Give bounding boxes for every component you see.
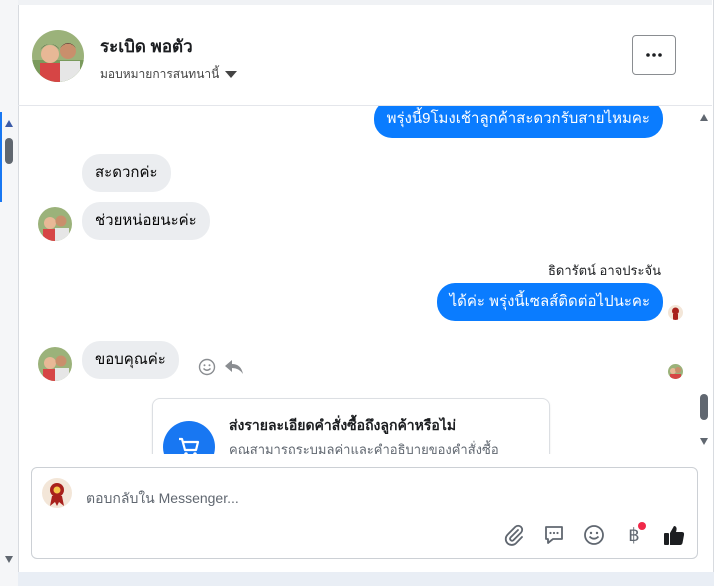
thread-scrollbar[interactable] — [698, 106, 710, 454]
more-options-button[interactable] — [632, 35, 676, 75]
card-description: คุณสามารถระบุมูลค่าและคำอธิบายของคำสั่งซ… — [229, 442, 499, 454]
thumbs-up-icon[interactable] — [661, 522, 687, 548]
baht-icon[interactable]: ฿ — [621, 522, 647, 548]
scroll-down-arrow[interactable] — [5, 556, 13, 563]
reply-input[interactable]: ตอบกลับใน Messenger... — [86, 488, 239, 510]
card-title: ส่งรายละเอียดคำสั่งซื้อถึงลูกค้าหรือไม่ — [229, 417, 457, 433]
left-scrollbar[interactable] — [0, 0, 18, 586]
contact-avatar-small — [38, 207, 72, 241]
sender-name: ธิดารัตน์ อาจประจัน — [547, 263, 661, 278]
conversation-header: ระเบิด พอตัว มอบหมายการสนทนานี้ — [18, 5, 712, 106]
notification-dot — [638, 522, 646, 530]
scroll-up-arrow[interactable] — [5, 120, 13, 127]
speech-bubble-icon[interactable] — [541, 522, 567, 548]
message-outgoing[interactable]: ได้ค่ะ พรุ่งนี้เซลส์ติดต่อไปนะคะ — [436, 283, 663, 321]
scroll-thumb[interactable] — [700, 394, 708, 420]
reply-arrow-icon[interactable] — [224, 358, 244, 381]
assign-conversation-dropdown[interactable]: มอบหมายการสนทนานี้ — [100, 65, 238, 84]
contact-name[interactable]: ระเบิด พอตัว — [100, 33, 193, 60]
contact-avatar-small — [38, 347, 72, 381]
message-outgoing[interactable]: พรุ่งนี้9โมงเช้าลูกค้าสะดวกรับสายไหมคะ — [373, 106, 663, 138]
message-incoming[interactable]: ช่วยหน่อยนะค่ะ — [82, 202, 210, 240]
message-incoming[interactable]: ขอบคุณค่ะ — [82, 341, 179, 379]
active-indicator — [0, 112, 2, 202]
page-avatar — [42, 478, 72, 508]
scroll-down-arrow[interactable] — [700, 438, 708, 445]
contact-avatar[interactable] — [32, 30, 84, 82]
react-emoji-icon[interactable] — [198, 358, 216, 381]
scroll-thumb[interactable] — [5, 138, 13, 164]
emoji-icon[interactable] — [581, 522, 607, 548]
composer-toolbar: ฿ — [501, 522, 687, 548]
order-details-card[interactable]: ส่งรายละเอียดคำสั่งซื้อถึงลูกค้าหรือไม่ … — [152, 398, 550, 454]
shopping-cart-icon — [163, 421, 215, 454]
seen-avatar — [668, 305, 683, 320]
paperclip-icon[interactable] — [501, 522, 527, 548]
caret-down-icon — [225, 71, 238, 78]
seen-avatar — [668, 364, 683, 379]
scroll-up-arrow[interactable] — [700, 114, 708, 121]
ellipsis-icon — [646, 53, 662, 57]
message-thread[interactable]: พรุ่งนี้9โมงเช้าลูกค้าสะดวกรับสายไหมคะ ส… — [18, 106, 694, 454]
message-incoming[interactable]: สะดวกค่ะ — [82, 154, 171, 192]
reply-composer[interactable]: ตอบกลับใน Messenger... ฿ — [31, 467, 698, 559]
assign-label: มอบหมายการสนทนานี้ — [100, 67, 220, 81]
